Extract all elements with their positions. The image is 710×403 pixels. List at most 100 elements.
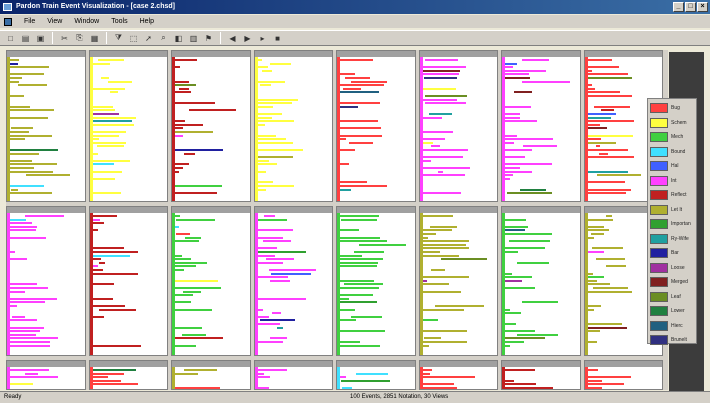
annotation-bar[interactable]: [505, 66, 514, 69]
annotation-bar[interactable]: [92, 62, 110, 65]
annotation-bar[interactable]: [505, 149, 533, 151]
annotation-bar[interactable]: [587, 69, 593, 72]
annotation-bar[interactable]: [587, 59, 613, 61]
annotation-bar[interactable]: [92, 258, 102, 261]
annotation-bar[interactable]: [505, 116, 520, 119]
annotation-bar[interactable]: [175, 91, 192, 94]
annotation-bar[interactable]: [10, 116, 49, 119]
annotation-bar[interactable]: [435, 305, 484, 307]
annotation-bar[interactable]: [340, 91, 379, 94]
annotation-bar[interactable]: [422, 87, 457, 90]
annotation-bar[interactable]: [424, 59, 458, 61]
annotation-bar[interactable]: [257, 188, 266, 191]
annotation-bar[interactable]: [340, 105, 359, 108]
annotation-bar[interactable]: [257, 116, 272, 119]
annotation-bar[interactable]: [257, 105, 273, 108]
annotation-bar[interactable]: [257, 141, 294, 144]
annotation-bar[interactable]: [10, 73, 45, 76]
annotation-bar[interactable]: [10, 152, 39, 155]
annotation-bar[interactable]: [587, 379, 603, 382]
annotation-bar[interactable]: [257, 254, 276, 257]
annotation-bar[interactable]: [422, 138, 445, 141]
event-panel[interactable]: [171, 360, 251, 390]
annotation-bar[interactable]: [587, 87, 595, 90]
annotation-bar[interactable]: [92, 229, 99, 232]
event-panel[interactable]: [253, 360, 333, 390]
annotation-bar[interactable]: [422, 283, 450, 286]
annotation-bar[interactable]: [505, 138, 554, 141]
annotation-bar[interactable]: [422, 192, 462, 195]
annotation-bar[interactable]: [340, 84, 384, 87]
event-panel[interactable]: [6, 50, 86, 202]
legend-item[interactable]: Hal: [650, 159, 694, 174]
annotation-bar[interactable]: [10, 251, 15, 253]
annotation-bar[interactable]: [422, 156, 463, 159]
event-panel[interactable]: [6, 360, 86, 390]
annotation-bar[interactable]: [92, 109, 116, 112]
annotation-bar[interactable]: [257, 170, 266, 173]
annotation-bar[interactable]: [505, 251, 519, 253]
annotation-bar[interactable]: [505, 272, 513, 275]
annotation-bar[interactable]: [266, 258, 294, 261]
annotation-bar[interactable]: [340, 341, 360, 343]
annotation-bar[interactable]: [587, 123, 600, 126]
annotation-bar[interactable]: [10, 109, 54, 112]
annotation-bar[interactable]: [175, 265, 196, 268]
annotation-bar[interactable]: [10, 326, 44, 329]
event-panel[interactable]: [501, 360, 581, 390]
annotation-bar[interactable]: [271, 272, 311, 275]
annotation-bar[interactable]: [92, 283, 114, 286]
annotation-bar[interactable]: [10, 344, 50, 347]
annotation-bar[interactable]: [422, 341, 468, 343]
annotation-bar[interactable]: [10, 258, 27, 261]
legend-item[interactable]: Int: [650, 174, 694, 189]
annotation-bar[interactable]: [587, 188, 632, 191]
annotation-bar[interactable]: [183, 369, 217, 371]
annotation-bar[interactable]: [505, 163, 553, 166]
annotation-bar[interactable]: [505, 105, 531, 108]
annotation-bar[interactable]: [587, 326, 628, 329]
event-panel[interactable]: [88, 206, 168, 356]
annotation-bar[interactable]: [422, 167, 471, 169]
annotation-bar[interactable]: [264, 215, 276, 217]
annotation-bar[interactable]: [505, 69, 547, 72]
annotation-bar[interactable]: [505, 337, 546, 340]
annotation-bar[interactable]: [340, 344, 380, 347]
annotation-bar[interactable]: [522, 301, 558, 304]
stop-icon[interactable]: ■: [271, 32, 284, 44]
annotation-bar[interactable]: [257, 261, 284, 264]
legend-item[interactable]: Lower: [650, 304, 694, 319]
annotation-bar[interactable]: [587, 91, 621, 94]
legend-item[interactable]: Hierc: [650, 319, 694, 334]
annotation-bar[interactable]: [10, 127, 34, 130]
annotation-bar[interactable]: [257, 120, 295, 123]
annotation-bar[interactable]: [505, 134, 517, 137]
annotation-bar[interactable]: [587, 225, 604, 228]
annotation-bar[interactable]: [25, 215, 65, 217]
annotation-bar[interactable]: [10, 369, 49, 371]
annotation-bar[interactable]: [92, 87, 126, 90]
annotation-bar[interactable]: [340, 308, 355, 311]
annotation-bar[interactable]: [10, 192, 52, 195]
annotation-bar[interactable]: [257, 247, 277, 250]
annotation-bar[interactable]: [353, 251, 384, 253]
annotation-bar[interactable]: [175, 254, 182, 257]
annotation-bar[interactable]: [257, 376, 271, 379]
annotation-bar[interactable]: [517, 261, 550, 264]
annotation-bar[interactable]: [99, 308, 136, 311]
annotation-bar[interactable]: [92, 265, 98, 268]
annotation-bar[interactable]: [505, 312, 521, 315]
annotation-bar[interactable]: [340, 229, 359, 232]
annotation-bar[interactable]: [92, 383, 138, 386]
annotation-bar[interactable]: [260, 84, 271, 87]
event-panel[interactable]: [583, 360, 663, 390]
annotation-bar[interactable]: [175, 225, 180, 228]
annotation-bar[interactable]: [422, 233, 437, 235]
annotation-bar[interactable]: [25, 372, 39, 375]
annotation-bar[interactable]: [257, 138, 287, 141]
annotation-bar[interactable]: [507, 192, 553, 195]
annotation-bar[interactable]: [587, 218, 613, 221]
annotation-bar[interactable]: [422, 116, 443, 119]
annotation-bar[interactable]: [340, 134, 382, 137]
annotation-bar[interactable]: [10, 290, 26, 293]
